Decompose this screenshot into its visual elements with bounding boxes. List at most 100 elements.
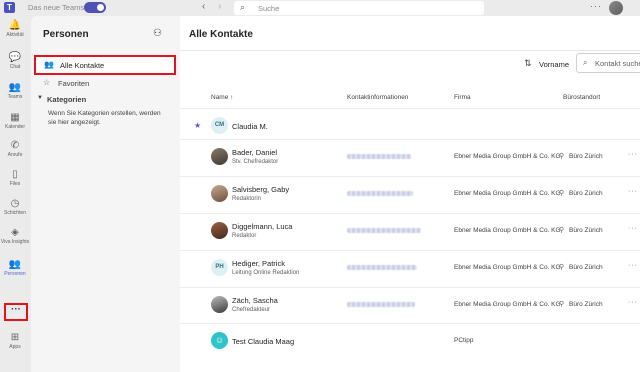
title-bar: T Das neue Teams ‹ › ⌕ Suche ··· — [0, 0, 640, 16]
rail-item-label: Viva Insights — [0, 239, 30, 245]
contact-name: Hediger, Patrick — [232, 259, 285, 268]
contact-info-redacted — [347, 228, 421, 233]
rail-item-label: Apps — [9, 344, 21, 350]
people-side-panel: Personen ⚇ 👥 Alle Kontakte ☆ Favoriten ▼… — [31, 16, 180, 372]
new-teams-toggle[interactable] — [84, 2, 106, 13]
avatar — [211, 222, 228, 239]
location-pin-icon: ⚲ — [559, 264, 565, 271]
rail-item-apps[interactable]: ⊞ Apps — [0, 332, 30, 358]
column-header-location[interactable]: Bürostandort — [563, 94, 600, 101]
contact-role: Redaktorin — [232, 196, 262, 202]
rail-item-label: Kalender — [4, 124, 25, 130]
row-more-icon[interactable]: ··· — [628, 225, 638, 232]
rail-item-files[interactable]: ▯ Files — [0, 169, 30, 195]
row-more-icon[interactable]: ··· — [628, 299, 638, 306]
contact-company: Ebner Media Group GmbH & Co. KG — [454, 153, 561, 160]
contact-name: Diggelmann, Luca — [232, 222, 293, 231]
table-row[interactable]: PH Hediger, Patrick Leitung Online Redak… — [180, 250, 640, 286]
contact-search-input[interactable]: ⌕ Kontakt suchen — [576, 53, 640, 73]
rail-item-shifts[interactable]: ◷ Schichten — [0, 198, 30, 224]
avatar: PH — [211, 259, 228, 276]
contact-info-redacted — [347, 191, 413, 196]
rail-item-calls[interactable]: ✆ Anrufe — [0, 140, 30, 166]
rail-item-people[interactable]: 👥 Personen — [0, 259, 30, 285]
contact-role: Chefredakteur — [232, 307, 271, 313]
rail-item-viva-insights[interactable]: ◈ Viva Insights — [0, 227, 30, 253]
contact-name: Salvisberg, Gaby — [232, 185, 290, 194]
rail-item-label: Anrufe — [7, 152, 23, 158]
table-row[interactable]: Salvisberg, Gaby Redaktorin Ebner Media … — [180, 176, 640, 212]
apps-icon: ⊞ — [10, 332, 20, 343]
row-more-icon[interactable]: ··· — [628, 188, 638, 195]
add-contact-icon[interactable]: ⚇ — [153, 28, 162, 39]
contact-location: Büro Zürich — [569, 190, 603, 197]
avatar: ☺ — [211, 332, 228, 349]
contact-company: Ebner Media Group GmbH & Co. KG — [454, 301, 561, 308]
nav-all-contacts[interactable]: 👥 Alle Kontakte — [34, 55, 176, 75]
nav-favorites[interactable]: ☆ Favoriten — [34, 76, 176, 92]
phone-icon: ✆ — [10, 140, 20, 151]
location-pin-icon: ⚲ — [559, 227, 565, 234]
contact-name: Claudia M. — [232, 122, 268, 131]
calendar-icon: ▦ — [10, 112, 20, 123]
favorite-star-icon[interactable]: ★ — [194, 121, 201, 130]
location-pin-icon: ⚲ — [559, 190, 565, 197]
contact-name: Test Claudia Maag — [232, 337, 295, 346]
star-icon: ☆ — [43, 78, 51, 87]
nav-label: Favoriten — [58, 79, 90, 88]
back-arrow-icon[interactable]: ‹ — [202, 1, 205, 12]
more-apps-button[interactable]: ··· — [4, 303, 28, 321]
categories-header: Kategorien — [47, 95, 87, 104]
table-row[interactable]: ☺ Test Claudia Maag PCtipp — [180, 323, 640, 359]
table-row[interactable]: Zäch, Sascha Chefredakteur Ebner Media G… — [180, 287, 640, 323]
sort-label: Vorname — [539, 60, 570, 69]
filter-placeholder: Kontakt suchen — [595, 59, 640, 68]
row-more-icon[interactable]: ··· — [628, 151, 638, 158]
search-icon: ⌕ — [583, 58, 588, 67]
chevron-down-icon: ▼ — [37, 95, 43, 101]
nav-label: Alle Kontakte — [60, 61, 105, 70]
contact-role: Stv. Chefredaktor — [232, 159, 279, 165]
insights-icon: ◈ — [11, 227, 19, 238]
user-avatar[interactable] — [609, 1, 623, 15]
contacts-icon: 👥 — [44, 60, 54, 69]
column-header-company[interactable]: Firma — [454, 94, 471, 101]
contact-role: Leitung Online Redaktion — [232, 270, 300, 276]
column-header-contact[interactable]: Kontaktinformationen — [347, 94, 408, 101]
forward-arrow-icon[interactable]: › — [218, 1, 221, 12]
row-more-icon[interactable]: ··· — [628, 262, 638, 269]
file-icon: ▯ — [12, 169, 18, 180]
teams-logo-icon: T — [4, 2, 15, 13]
avatar — [211, 185, 228, 202]
new-teams-label: Das neue Teams — [28, 3, 85, 12]
rail-item-label: Aktivität — [6, 32, 24, 38]
contact-name: Zäch, Sascha — [232, 296, 278, 305]
avatar — [211, 296, 228, 313]
teams-icon: 👥 — [8, 82, 22, 93]
chat-icon: 💬 — [8, 52, 22, 63]
contact-location: Büro Zürich — [569, 227, 603, 234]
rail-item-label: Chat — [9, 64, 21, 70]
categories-hint: Wenn Sie Kategorien erstellen, werden si… — [48, 110, 161, 126]
global-search-input[interactable]: ⌕ Suche — [234, 1, 484, 15]
rail-item-chat[interactable]: 💬 Chat — [0, 52, 30, 78]
contact-info-redacted — [347, 265, 417, 270]
contact-company: Ebner Media Group GmbH & Co. KG — [454, 264, 561, 271]
contact-info-redacted — [347, 302, 415, 307]
contact-name: Bader, Daniel — [232, 148, 278, 157]
column-header-name[interactable]: Name ↑ — [211, 94, 233, 101]
more-options-icon[interactable]: ··· — [590, 1, 602, 11]
table-header: Name ↑ Kontaktinformationen Firma Bürost… — [180, 92, 640, 106]
contact-company: PCtipp — [454, 337, 474, 344]
rail-item-activity[interactable]: 🔔 Aktivität — [0, 20, 30, 46]
rail-item-calendar[interactable]: ▦ Kalender — [0, 112, 30, 138]
table-row[interactable]: Diggelmann, Luca Redaktor Ebner Media Gr… — [180, 213, 640, 249]
people-icon: 👥 — [8, 259, 22, 270]
contact-location: Büro Zürich — [569, 301, 603, 308]
rail-item-teams[interactable]: 👥 Teams — [0, 82, 30, 108]
table-row[interactable]: Bader, Daniel Stv. Chefredaktor Ebner Me… — [180, 139, 640, 175]
rail-item-label: Files — [9, 181, 21, 187]
shifts-icon: ◷ — [10, 198, 20, 209]
contact-location: Büro Zürich — [569, 153, 603, 160]
avatar: CM — [211, 117, 228, 134]
